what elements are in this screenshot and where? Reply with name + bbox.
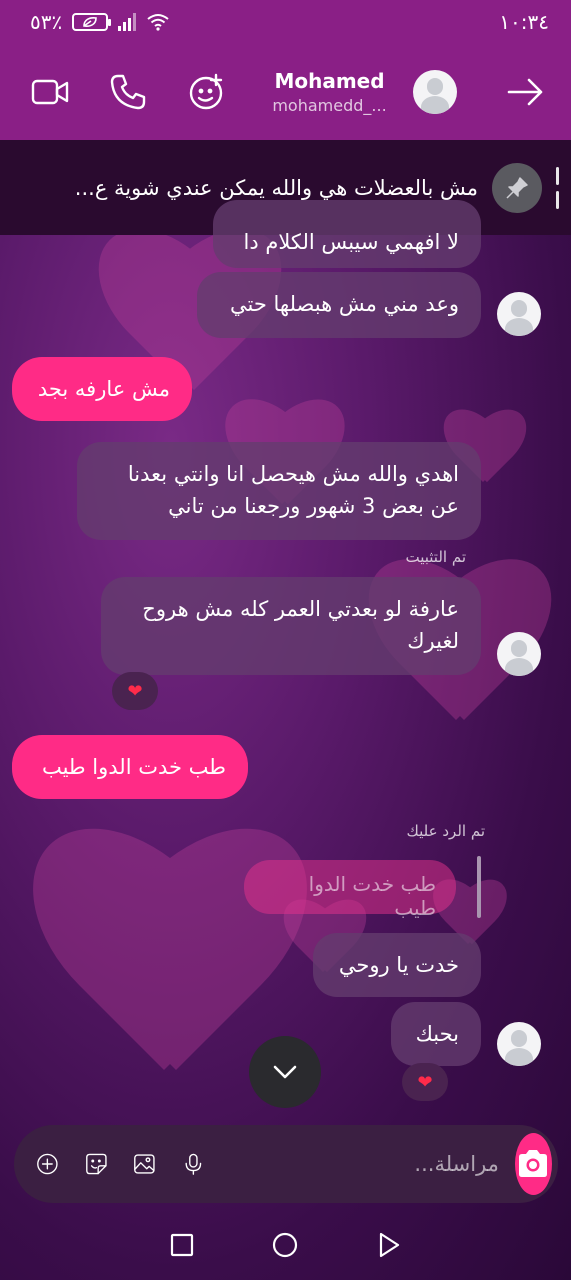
contact-info[interactable]: Mohamed mohamedd_... <box>266 69 393 115</box>
contact-handle: mohamedd_... <box>272 96 387 115</box>
message-input[interactable] <box>230 1152 515 1176</box>
contact-avatar[interactable] <box>413 70 457 114</box>
recent-apps-icon[interactable] <box>167 1230 197 1260</box>
reply-indicator <box>477 856 481 918</box>
message-composer <box>14 1125 558 1203</box>
clock: ١٠:٣٤ <box>499 10 549 34</box>
back-arrow-icon[interactable] <box>505 72 545 112</box>
sender-avatar <box>497 1022 541 1066</box>
message-bubble-incoming[interactable]: عارفة لو بعدتي العمر كله مش هروح لغيرك <box>101 577 481 675</box>
sticker-icon[interactable] <box>85 1145 108 1183</box>
scroll-to-bottom-button[interactable] <box>249 1036 321 1108</box>
message-bubble-incoming[interactable]: وعد مني مش هبصلها حتي <box>197 272 481 338</box>
status-bar: ٥٣٪ ١٠:٣٤ <box>0 0 571 44</box>
back-triangle-icon[interactable] <box>374 1230 404 1260</box>
chevron-down-icon <box>273 1065 297 1079</box>
battery-icon <box>72 13 112 31</box>
battery-percent: ٥٣٪ <box>30 10 63 34</box>
message-bubble-incoming[interactable]: اهدي والله مش هيحصل انا وانتي بعدنا عن ب… <box>77 442 481 540</box>
chat-header: Mohamed mohamedd_... <box>0 44 571 140</box>
message-bubble-incoming[interactable]: بحبك <box>391 1002 481 1066</box>
camera-button[interactable] <box>514 1133 553 1195</box>
camera-icon <box>519 1150 548 1177</box>
pinned-message-text: مش بالعضلات هي والله يمكن عندي شوية ع... <box>74 175 478 200</box>
sender-avatar <box>497 632 541 676</box>
add-friend-icon[interactable] <box>186 72 226 112</box>
message-bubble-incoming[interactable]: خدت يا روحي <box>313 933 481 997</box>
message-bubble-outgoing[interactable]: طب خدت الدوا طيب <box>12 735 248 799</box>
add-icon[interactable] <box>36 1145 59 1183</box>
microphone-icon[interactable] <box>182 1145 205 1183</box>
phone-call-icon[interactable] <box>108 72 148 112</box>
wifi-icon <box>147 14 169 31</box>
message-bubble-outgoing[interactable]: مش عارفه بجد <box>12 357 192 421</box>
home-icon[interactable] <box>270 1230 300 1260</box>
sender-avatar <box>497 292 541 336</box>
replied-to-you-label: تم الرد عليك <box>406 822 485 840</box>
system-navigation-bar <box>0 1210 571 1280</box>
message-bubble-incoming[interactable]: لا افهمي سيبس الكلام دا <box>213 200 481 268</box>
gallery-icon[interactable] <box>133 1145 156 1183</box>
heart-reaction[interactable]: ❤ <box>402 1063 448 1101</box>
video-call-icon[interactable] <box>30 72 70 112</box>
pinned-label: تم التثبيت <box>405 548 467 566</box>
reply-quote[interactable]: طب خدت الدوا طيب <box>244 860 456 920</box>
pinned-count-indicator <box>556 166 559 209</box>
contact-name: Mohamed <box>274 69 385 93</box>
signal-icon <box>118 13 137 31</box>
pin-icon <box>492 162 542 213</box>
heart-reaction[interactable]: ❤ <box>112 672 158 710</box>
